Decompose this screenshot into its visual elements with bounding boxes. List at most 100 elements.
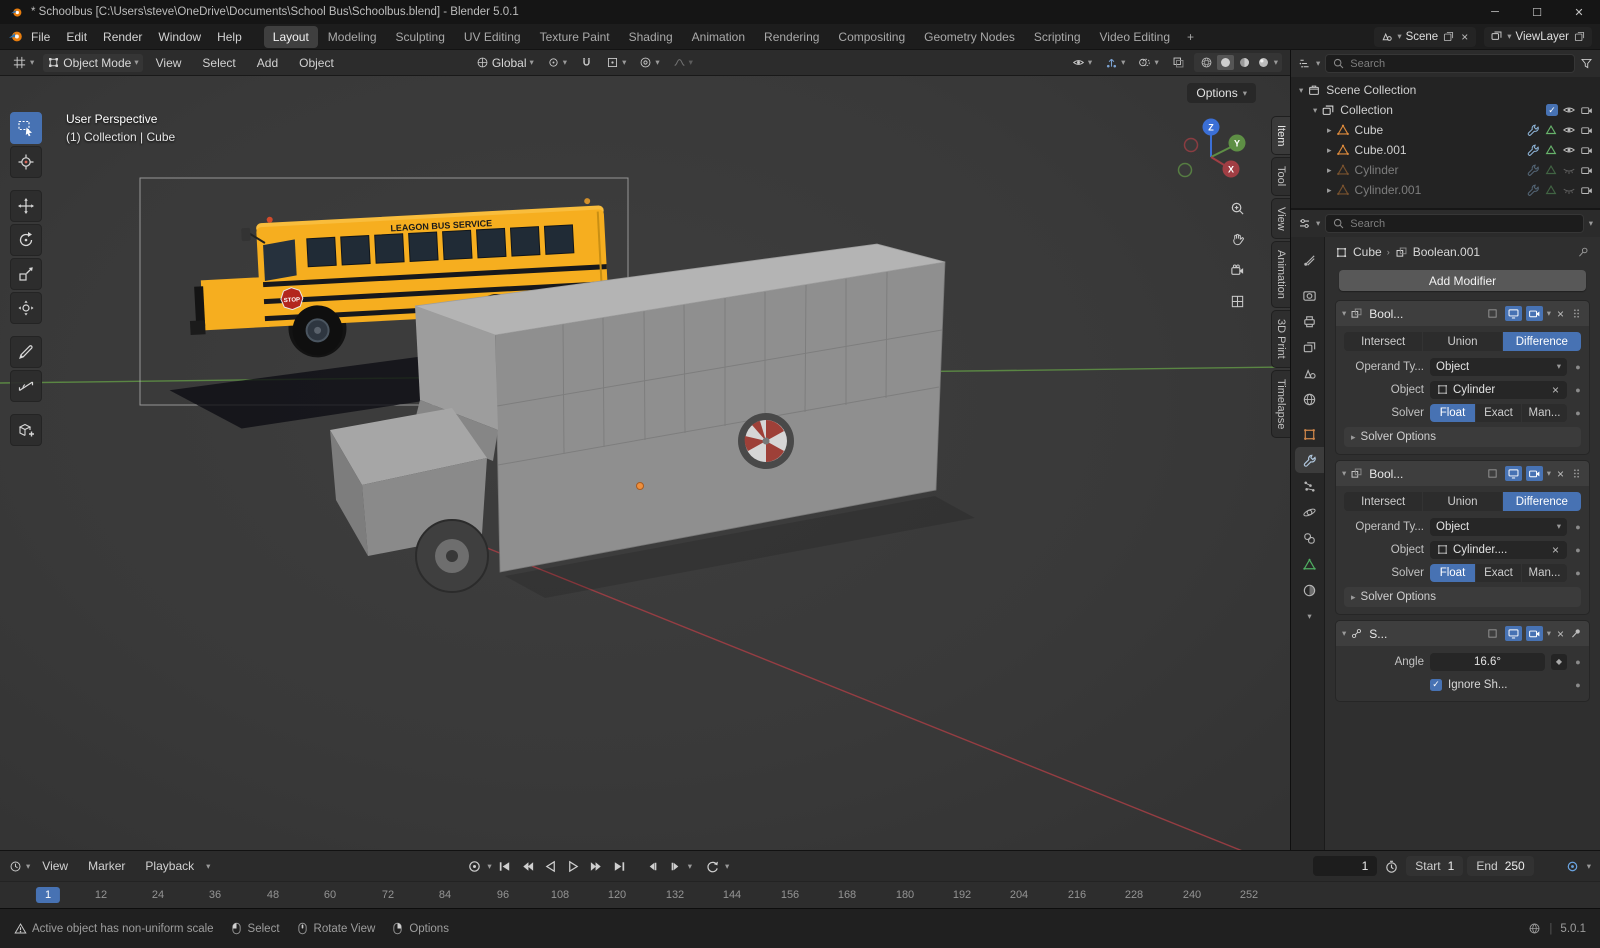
solver-fast-button[interactable]: Float (1430, 403, 1475, 422)
tab-object-data[interactable] (1295, 551, 1324, 577)
realtime-display-toggle[interactable] (1504, 306, 1522, 321)
sidebar-tab-animation[interactable]: Animation (1271, 241, 1290, 309)
tab-world[interactable] (1295, 386, 1324, 412)
viewlayer-selector[interactable]: ▾ ViewLayer (1484, 26, 1592, 47)
properties-editor-icon[interactable] (1298, 217, 1311, 230)
timeline-menu-marker[interactable]: Marker (80, 856, 133, 876)
modifier-name[interactable]: Bool... (1369, 307, 1403, 321)
frame-back-button[interactable] (642, 856, 663, 876)
shading-rendered-button[interactable] (1255, 55, 1272, 70)
operation-difference-button[interactable]: Difference (1502, 492, 1581, 511)
zoom-button[interactable] (1226, 197, 1249, 220)
maximize-button[interactable]: ☐ (1516, 0, 1558, 24)
close-button[interactable]: ✕ (1558, 0, 1600, 24)
tab-particles[interactable] (1295, 473, 1324, 499)
sidebar-tab-timelapse[interactable]: Timelapse (1271, 369, 1290, 439)
workspace-tab-layout[interactable]: Layout (263, 25, 318, 48)
decorator-dot[interactable]: ● (1573, 680, 1583, 690)
proportional-falloff-dropdown[interactable]: ▾ (669, 54, 697, 71)
tab-tool[interactable] (1295, 247, 1324, 273)
camera-visibility-icon[interactable] (1580, 123, 1594, 137)
eye-icon[interactable] (1562, 103, 1576, 117)
play-button[interactable] (563, 856, 584, 876)
navigation-gizmo[interactable]: Z Y X (1171, 115, 1251, 195)
jump-to-end-button[interactable] (609, 856, 630, 876)
modifier-extras-icon[interactable]: ▾ (1547, 629, 1551, 638)
shading-solid-button[interactable] (1216, 55, 1234, 70)
current-frame-field[interactable]: 1 (1313, 856, 1378, 876)
orthographic-toggle-button[interactable] (1226, 290, 1249, 313)
workspace-tab-animation[interactable]: Animation (683, 26, 754, 48)
ignore-sharpness-checkbox[interactable]: ✓ (1430, 678, 1442, 691)
tool-move[interactable] (10, 190, 42, 222)
prev-keyframe-button[interactable] (517, 856, 538, 876)
menu-help[interactable]: Help (209, 27, 250, 47)
start-frame-field[interactable]: Start 1 (1406, 856, 1464, 876)
tool-cursor[interactable] (10, 146, 42, 178)
drag-handle-icon[interactable] (1570, 307, 1583, 320)
timeline-menu-playback[interactable]: Playback (137, 856, 202, 876)
cylinder-wheel-object[interactable] (738, 413, 794, 469)
camera-visibility-icon[interactable] (1580, 103, 1594, 117)
render-display-toggle[interactable] (1525, 626, 1543, 641)
tab-material[interactable] (1295, 577, 1324, 603)
add-workspace-button[interactable]: + (1180, 28, 1201, 46)
mode-dropdown[interactable]: Object Mode ▾ (43, 53, 143, 72)
solver-manifold-button[interactable]: Man... (1522, 403, 1567, 422)
proportional-editing-toggle[interactable]: ▾ (635, 54, 663, 71)
decorator-dot[interactable]: ● (1573, 657, 1583, 667)
tool-select-box[interactable] (10, 112, 42, 144)
expand-icon[interactable]: ▸ (1327, 165, 1332, 175)
new-scene-icon[interactable] (1442, 30, 1455, 43)
timeline-ruler[interactable]: 1 12 24 36 48 60 72 84 96 108 120 132 14… (0, 881, 1600, 908)
workspace-tab-scripting[interactable]: Scripting (1025, 26, 1090, 48)
object-picker-field[interactable]: Cylinder × (1430, 380, 1567, 399)
pin-icon[interactable] (1577, 246, 1590, 259)
realtime-display-toggle[interactable] (1504, 466, 1522, 481)
scene-selector[interactable]: ▾ Scene × (1374, 26, 1477, 47)
outliner-row-cube[interactable]: ▸ Cube (1291, 120, 1600, 140)
modifier-header[interactable]: ▾ Bool... ▾ × (1336, 461, 1589, 486)
tool-rotate[interactable] (10, 224, 42, 256)
operand-type-dropdown[interactable]: Object ▾ (1430, 517, 1567, 536)
tab-render[interactable] (1295, 282, 1324, 308)
workspace-tab-texture-paint[interactable]: Texture Paint (531, 26, 619, 48)
drag-handle-icon[interactable] (1570, 467, 1583, 480)
solver-options-subpanel[interactable]: ▸ Solver Options (1344, 587, 1581, 607)
modifier-name[interactable]: Bool... (1369, 467, 1403, 481)
workspace-tab-rendering[interactable]: Rendering (755, 26, 828, 48)
tab-physics[interactable] (1295, 499, 1324, 525)
modifier-header[interactable]: ▾ Bool... ▾ × (1336, 301, 1589, 326)
editor-type-selector[interactable]: ▾ (8, 53, 38, 72)
sidebar-tab-view[interactable]: View (1271, 197, 1290, 240)
frame-forward-button[interactable] (665, 856, 686, 876)
realtime-display-toggle[interactable] (1504, 626, 1522, 641)
modifier-close-icon[interactable]: × (1555, 627, 1566, 641)
timeline-editor-icon[interactable] (9, 860, 22, 873)
workspace-tab-video-editing[interactable]: Video Editing (1091, 26, 1180, 48)
tab-constraints[interactable] (1295, 525, 1324, 551)
pan-button[interactable] (1226, 228, 1249, 251)
play-reverse-button[interactable] (540, 856, 561, 876)
edit-mode-toggle[interactable] (1484, 306, 1501, 321)
outliner-row-cylinder[interactable]: ▸ Cylinder (1291, 160, 1600, 180)
camera-visibility-icon[interactable] (1580, 163, 1594, 177)
snap-toggle[interactable] (576, 54, 597, 71)
minimize-button[interactable]: ─ (1474, 0, 1516, 24)
expand-icon[interactable]: ▾ (1313, 106, 1317, 115)
properties-search-input[interactable] (1350, 217, 1577, 230)
workspace-tab-modeling[interactable]: Modeling (319, 26, 386, 48)
decorator-dot[interactable]: ● (1573, 385, 1583, 395)
tab-view-layer[interactable] (1295, 334, 1324, 360)
operation-union-button[interactable]: Union (1423, 492, 1502, 511)
jump-to-start-button[interactable] (494, 856, 515, 876)
playhead-current-frame[interactable]: 1 (35, 887, 61, 903)
modifier-header[interactable]: ▾ S... ▾ × (1336, 621, 1589, 646)
operation-intersect-button[interactable]: Intersect (1344, 332, 1423, 351)
modifier-name[interactable]: S... (1369, 627, 1387, 641)
solver-options-subpanel[interactable]: ▸ Solver Options (1344, 427, 1581, 447)
gizmos-dropdown[interactable]: ▾ (1101, 54, 1129, 71)
timeline-menu-view[interactable]: View (34, 856, 76, 876)
edit-mode-toggle[interactable] (1484, 626, 1501, 641)
operation-intersect-button[interactable]: Intersect (1344, 492, 1423, 511)
